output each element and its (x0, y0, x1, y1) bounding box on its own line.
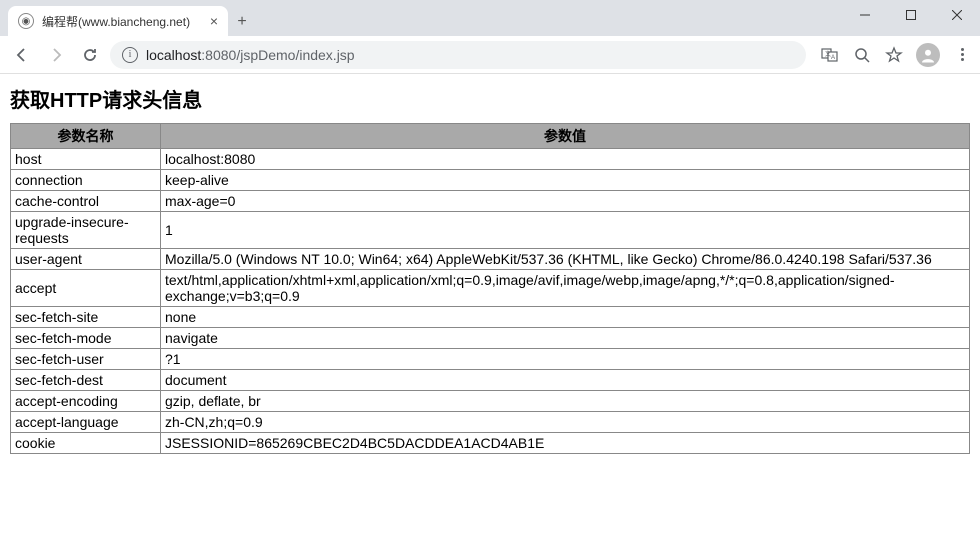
zoom-icon[interactable] (852, 45, 872, 65)
table-row: sec-fetch-sitenone (11, 307, 970, 328)
param-name: sec-fetch-mode (11, 328, 161, 349)
star-icon[interactable] (884, 45, 904, 65)
table-header-row: 参数名称 参数值 (11, 124, 970, 149)
param-value: zh-CN,zh;q=0.9 (161, 412, 970, 433)
window-close-button[interactable] (934, 0, 980, 30)
globe-icon: ◉ (18, 13, 34, 29)
param-name: accept (11, 270, 161, 307)
new-tab-button[interactable]: + (228, 8, 256, 36)
param-name: connection (11, 170, 161, 191)
table-row: sec-fetch-modenavigate (11, 328, 970, 349)
address-bar[interactable]: i localhost:8080/jspDemo/index.jsp (110, 41, 806, 69)
window-titlebar: ◉ 编程帮(www.biancheng.net) × + (0, 0, 980, 36)
translate-icon[interactable]: 文A (820, 45, 840, 65)
back-button[interactable] (8, 41, 36, 69)
col-header-value: 参数值 (161, 124, 970, 149)
page-content: 获取HTTP请求头信息 参数名称 参数值 hostlocalhost:8080c… (0, 74, 980, 464)
close-icon[interactable]: × (210, 13, 218, 29)
table-row: sec-fetch-destdocument (11, 370, 970, 391)
url-path: /jspDemo/index.jsp (236, 47, 354, 63)
table-row: connectionkeep-alive (11, 170, 970, 191)
maximize-button[interactable] (888, 0, 934, 30)
param-value: localhost:8080 (161, 149, 970, 170)
browser-toolbar: i localhost:8080/jspDemo/index.jsp 文A (0, 36, 980, 74)
page-title: 获取HTTP请求头信息 (10, 84, 970, 113)
param-name: upgrade-insecure-requests (11, 212, 161, 249)
browser-tab[interactable]: ◉ 编程帮(www.biancheng.net) × (8, 6, 228, 36)
param-value: ?1 (161, 349, 970, 370)
tab-title: 编程帮(www.biancheng.net) (42, 13, 202, 30)
table-row: cache-controlmax-age=0 (11, 191, 970, 212)
reload-button[interactable] (76, 41, 104, 69)
param-value: keep-alive (161, 170, 970, 191)
info-icon[interactable]: i (122, 47, 138, 63)
param-name: sec-fetch-user (11, 349, 161, 370)
param-name: user-agent (11, 249, 161, 270)
toolbar-right: 文A (820, 43, 972, 67)
param-value: max-age=0 (161, 191, 970, 212)
param-name: accept-language (11, 412, 161, 433)
table-row: sec-fetch-user?1 (11, 349, 970, 370)
table-row: accepttext/html,application/xhtml+xml,ap… (11, 270, 970, 307)
param-value: navigate (161, 328, 970, 349)
table-row: upgrade-insecure-requests1 (11, 212, 970, 249)
url-host: localhost (146, 47, 201, 63)
menu-button[interactable] (952, 45, 972, 65)
table-row: cookieJSESSIONID=865269CBEC2D4BC5DACDDEA… (11, 433, 970, 454)
window-controls (842, 0, 980, 36)
param-value: text/html,application/xhtml+xml,applicat… (161, 270, 970, 307)
minimize-button[interactable] (842, 0, 888, 30)
svg-text:A: A (831, 55, 835, 61)
param-name: accept-encoding (11, 391, 161, 412)
param-value: Mozilla/5.0 (Windows NT 10.0; Win64; x64… (161, 249, 970, 270)
param-value: document (161, 370, 970, 391)
url-text: localhost:8080/jspDemo/index.jsp (146, 47, 355, 63)
param-name: cookie (11, 433, 161, 454)
table-row: hostlocalhost:8080 (11, 149, 970, 170)
param-value: JSESSIONID=865269CBEC2D4BC5DACDDEA1ACD4A… (161, 433, 970, 454)
table-row: accept-encodinggzip, deflate, br (11, 391, 970, 412)
col-header-name: 参数名称 (11, 124, 161, 149)
param-name: cache-control (11, 191, 161, 212)
table-row: user-agentMozilla/5.0 (Windows NT 10.0; … (11, 249, 970, 270)
table-row: accept-languagezh-CN,zh;q=0.9 (11, 412, 970, 433)
param-value: 1 (161, 212, 970, 249)
param-value: none (161, 307, 970, 328)
param-name: sec-fetch-site (11, 307, 161, 328)
profile-avatar[interactable] (916, 43, 940, 67)
param-value: gzip, deflate, br (161, 391, 970, 412)
headers-table: 参数名称 参数值 hostlocalhost:8080connectionkee… (10, 123, 970, 454)
param-name: host (11, 149, 161, 170)
forward-button[interactable] (42, 41, 70, 69)
url-port: :8080 (201, 47, 236, 63)
param-name: sec-fetch-dest (11, 370, 161, 391)
